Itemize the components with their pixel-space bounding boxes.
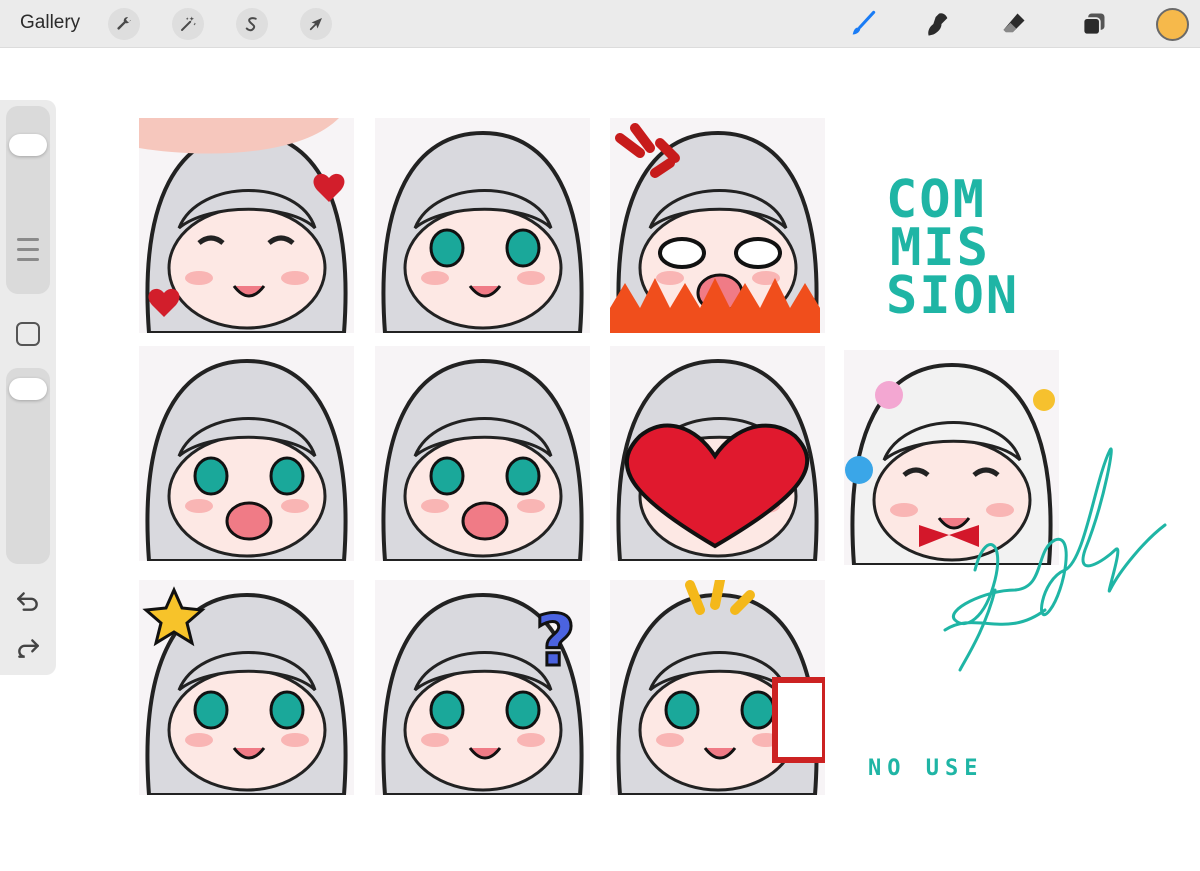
- sketch-line: SION: [886, 266, 1020, 326]
- layers-tool[interactable]: [1078, 8, 1110, 40]
- arrow-cursor-icon: [309, 18, 322, 31]
- selection-s-icon: [245, 17, 257, 32]
- top-toolbar: Gallery: [0, 0, 1200, 48]
- sidebar-grip[interactable]: [17, 248, 39, 251]
- brush-tool[interactable]: [846, 8, 878, 40]
- brush-icon: [852, 10, 876, 35]
- transform-button[interactable]: [300, 8, 332, 40]
- selection-button[interactable]: [236, 8, 268, 40]
- brush-opacity-thumb[interactable]: [9, 378, 47, 400]
- emote-image: [139, 580, 354, 795]
- emote-illustration: [610, 118, 825, 333]
- emote-image: ?: [375, 580, 590, 795]
- smudge-icon: [928, 13, 948, 36]
- brush-opacity-slider[interactable]: [6, 368, 50, 564]
- wrench-icon: [117, 17, 131, 30]
- emote-illustration: [375, 118, 590, 333]
- eraser-tool[interactable]: [998, 8, 1030, 40]
- adjustments-button[interactable]: [172, 8, 204, 40]
- emote-image: [375, 118, 590, 333]
- eraser-icon: [1003, 13, 1025, 33]
- brush-size-slider[interactable]: [6, 106, 50, 294]
- emote-image: [610, 118, 825, 333]
- redo-icon[interactable]: [15, 635, 41, 661]
- magic-wand-icon: [181, 16, 197, 31]
- commission-sketch-text: COM MIS SION: [886, 170, 1020, 326]
- modifier-square-icon[interactable]: [16, 322, 40, 346]
- sketch-line: MIS: [890, 218, 990, 278]
- color-picker-swatch[interactable]: [1156, 8, 1189, 41]
- undo-icon[interactable]: [15, 588, 41, 614]
- emote-image: [139, 118, 354, 333]
- smudge-tool[interactable]: [922, 8, 954, 40]
- left-sidebar: [0, 100, 56, 675]
- signature-scribble: [943, 447, 1167, 672]
- emote-illustration: [610, 346, 825, 561]
- emote-image: [610, 580, 825, 795]
- emote-illustration: [139, 118, 354, 333]
- emote-image: [139, 346, 354, 561]
- emote-illustration: [610, 580, 825, 795]
- sidebar-grip[interactable]: [17, 258, 39, 261]
- actions-button[interactable]: [108, 8, 140, 40]
- sidebar-grip[interactable]: [17, 238, 39, 241]
- emote-illustration: [139, 346, 354, 561]
- emote-image: [375, 346, 590, 561]
- emote-illustration: ?: [375, 580, 590, 795]
- layers-icon: [1082, 13, 1105, 36]
- gallery-button[interactable]: Gallery: [20, 12, 80, 34]
- emote-illustration: [139, 580, 354, 795]
- no-use-note: NO USE: [868, 756, 984, 781]
- sketch-line: COM: [886, 170, 986, 230]
- brush-size-thumb[interactable]: [9, 134, 47, 156]
- emote-image: [610, 346, 825, 561]
- emote-illustration: [375, 346, 590, 561]
- svg-text:?: ?: [535, 600, 576, 682]
